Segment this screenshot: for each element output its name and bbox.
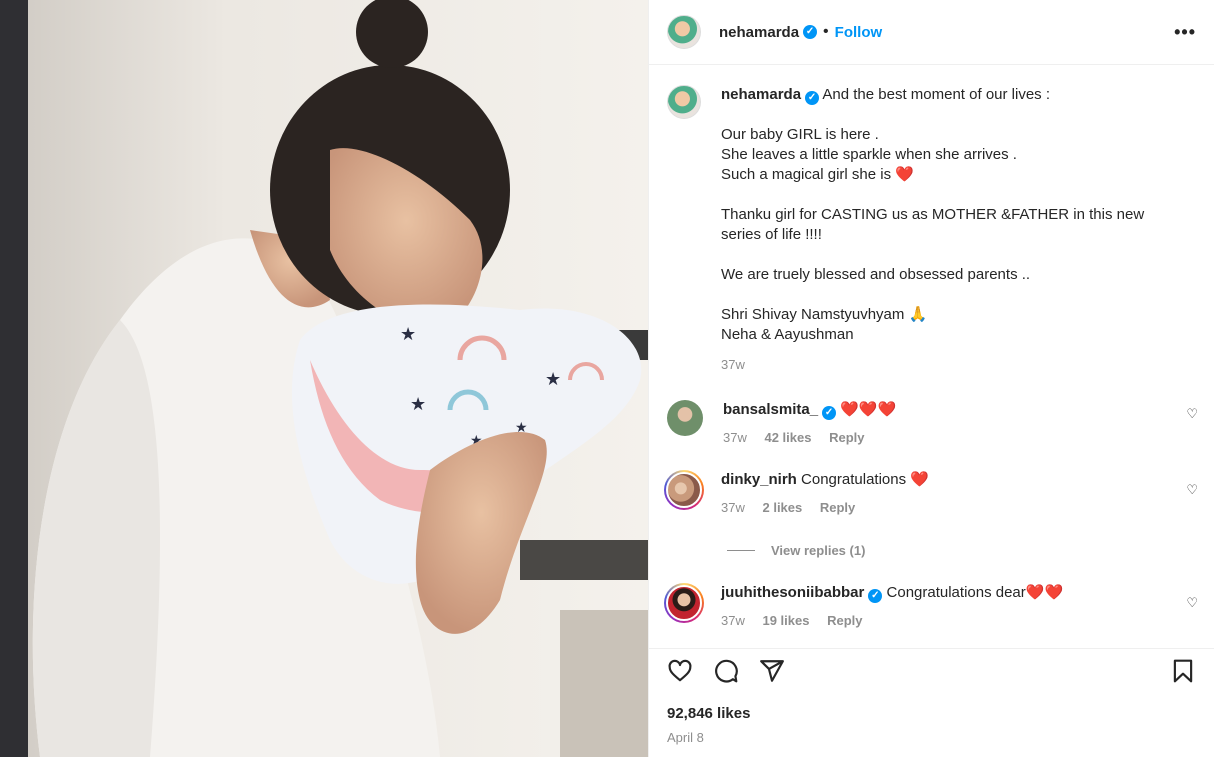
separator-dot: • (823, 23, 829, 40)
caption-line: And the best moment of our lives : (822, 86, 1051, 103)
verified-icon: ✓ (822, 406, 837, 420)
verified-icon: ✓ (868, 589, 883, 603)
heart-icon[interactable] (667, 658, 693, 684)
comment-likes[interactable]: 42 likes (764, 430, 811, 445)
view-replies-button[interactable]: View replies (1) (727, 543, 865, 558)
post-header: nehamarda ✓ • Follow ••• (649, 0, 1214, 65)
svg-text:★: ★ (545, 369, 561, 389)
comment-text: ❤️❤️❤️ (840, 401, 897, 418)
post-date[interactable]: April 8 (649, 730, 1214, 745)
comment-age: 37w (721, 613, 745, 628)
view-replies-label: View replies (1) (771, 543, 866, 558)
comment-likes[interactable]: 2 likes (762, 500, 802, 515)
commenter-username[interactable]: bansalsmita_ (723, 401, 818, 418)
post-caption: nehamarda ✓ And the best moment of our li… (649, 65, 1214, 375)
more-icon[interactable]: ••• (1174, 22, 1196, 43)
reply-button[interactable]: Reply (827, 613, 862, 628)
svg-text:★: ★ (400, 324, 416, 344)
likes-count[interactable]: 92,846 likes (649, 705, 1214, 722)
caption-line: Our baby GIRL is here . (721, 126, 879, 143)
commenter-avatar[interactable] (664, 470, 704, 510)
comment-likes[interactable]: 19 likes (762, 613, 809, 628)
heart-icon[interactable]: ♡ (1186, 595, 1198, 611)
verified-icon: ✓ (803, 25, 818, 39)
commenter-avatar[interactable] (667, 400, 703, 436)
comment-item: juuhithesoniibabbar ✓ Congratulations dea… (664, 583, 1198, 631)
commenter-username[interactable]: juuhithesoniibabbar (721, 584, 864, 601)
commenter-avatar[interactable] (664, 583, 704, 623)
replies-divider (727, 550, 755, 551)
commenter-username[interactable]: dinky_nirh (721, 471, 797, 488)
follow-button[interactable]: Follow (835, 24, 883, 41)
comment-item: bansalsmita_ ✓ ❤️❤️❤️ 37w 42 likes Reply … (667, 400, 1198, 448)
caption-line: She leaves a little sparkle when she arr… (721, 146, 1017, 163)
comment-text: Congratulations dear❤️❤️ (886, 584, 1064, 601)
post-details-panel: nehamarda ✓ • Follow ••• nehamarda ✓ And … (648, 0, 1214, 757)
caption-username[interactable]: nehamarda (721, 86, 801, 103)
caption-line: Neha & Aayushman (721, 326, 854, 343)
share-icon[interactable] (759, 658, 785, 684)
comment-age: 37w (721, 500, 745, 515)
caption-line: Such a magical girl she is ❤️ (721, 166, 914, 183)
author-avatar[interactable] (667, 15, 701, 49)
comments-scroll-area[interactable]: nehamarda ✓ And the best moment of our li… (649, 65, 1214, 639)
heart-icon[interactable]: ♡ (1186, 406, 1198, 422)
post-actions: 92,846 likes April 8 (649, 648, 1214, 758)
post-photo-illustration: ★ ★ ★ ★ ★ (0, 0, 648, 757)
caption-line: Thanku girl for CASTING us as MOTHER &FA… (721, 206, 1145, 243)
post-photo[interactable]: ★ ★ ★ ★ ★ (0, 0, 648, 757)
bookmark-icon[interactable] (1170, 658, 1196, 684)
caption-line: We are truely blessed and obsessed paren… (721, 266, 1031, 283)
reply-button[interactable]: Reply (829, 430, 864, 445)
comment-icon[interactable] (713, 658, 739, 684)
author-username[interactable]: nehamarda (719, 24, 799, 41)
comment-text: Congratulations ❤️ (801, 471, 929, 488)
caption-line: Shri Shivay Namstyuvhyam 🙏 (721, 306, 928, 323)
caption-author-avatar[interactable] (667, 85, 701, 119)
reply-button[interactable]: Reply (820, 500, 855, 515)
caption-age: 37w (721, 357, 745, 372)
comment-item: dinky_nirh Congratulations ❤️ 37w 2 like… (664, 470, 1198, 518)
verified-icon: ✓ (805, 91, 820, 105)
comment-age: 37w (723, 430, 747, 445)
heart-icon[interactable]: ♡ (1186, 482, 1198, 498)
svg-text:★: ★ (410, 394, 426, 414)
